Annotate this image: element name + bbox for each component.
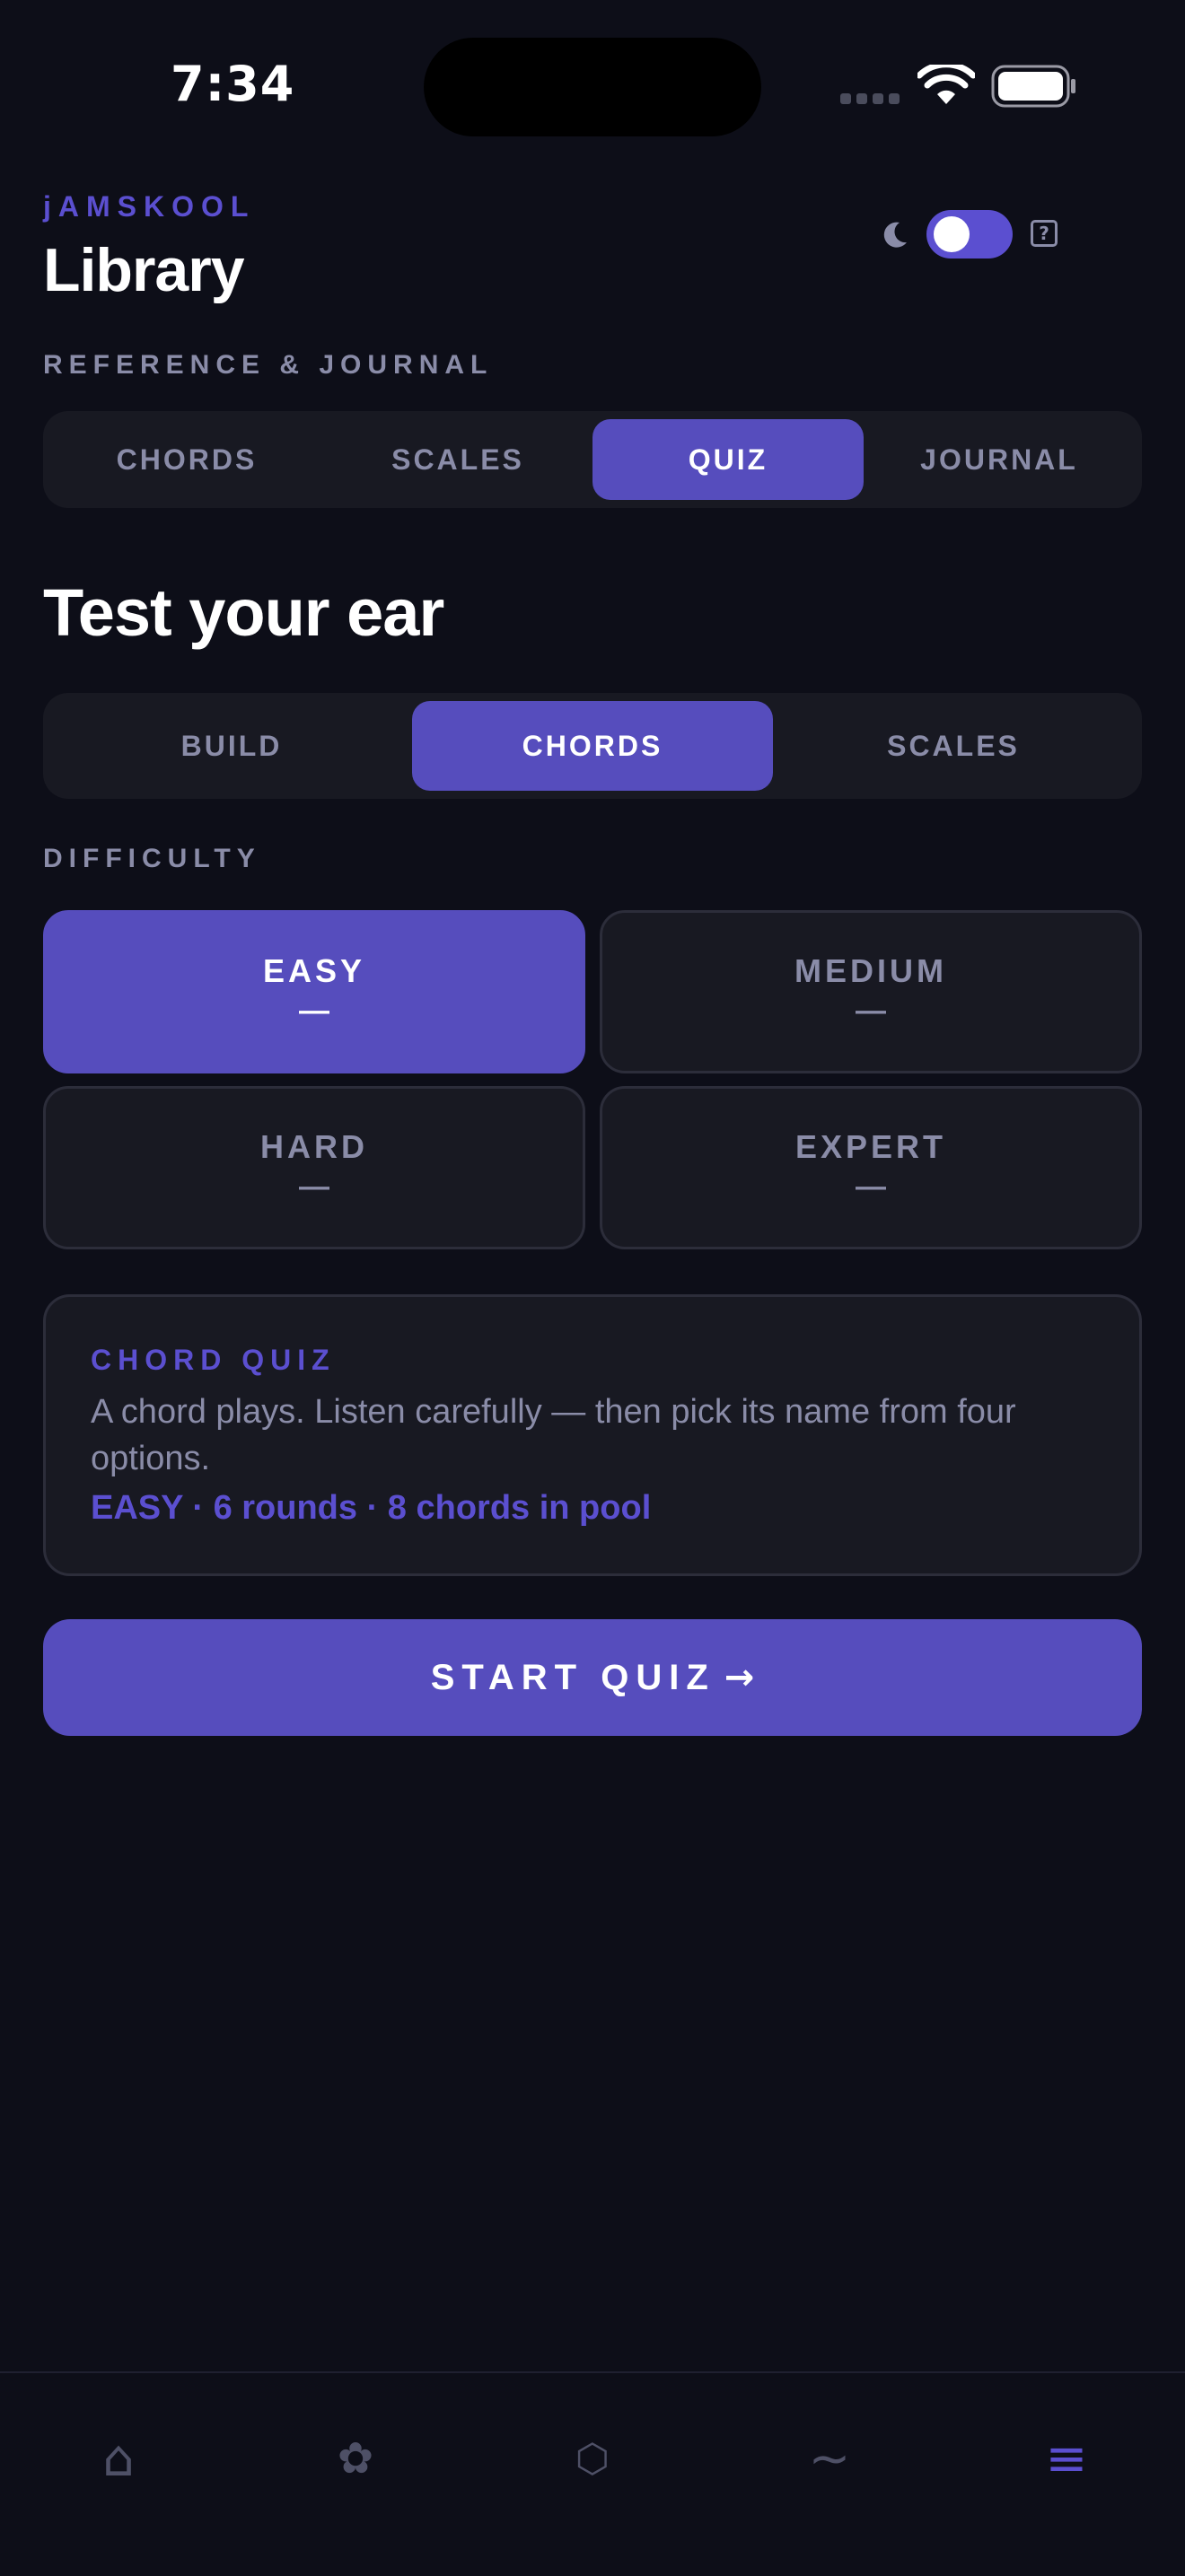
tab-quiz[interactable]: QUIZ	[592, 419, 864, 500]
help-icon[interactable]: ?	[1031, 220, 1058, 247]
menu-icon: ≡	[1045, 2429, 1088, 2488]
page-title: Library	[43, 236, 245, 304]
flower-icon: ✿	[337, 2433, 374, 2484]
difficulty-expert-score: —	[856, 1170, 886, 1204]
quiz-info-card: CHORD QUIZ A chord plays. Listen careful…	[43, 1294, 1142, 1576]
tab-journal[interactable]: JOURNAL	[864, 419, 1135, 500]
quiz-info-meta: EASY · 6 rounds · 8 chords in pool	[91, 1489, 652, 1527]
nav-chords[interactable]: ✿	[302, 2418, 409, 2499]
nav-home[interactable]: ⌂	[65, 2418, 172, 2499]
difficulty-medium[interactable]: MEDIUM —	[600, 910, 1142, 1073]
home-icon: ⌂	[102, 2429, 135, 2488]
difficulty-easy-score: —	[299, 994, 329, 1028]
difficulty-hard[interactable]: HARD —	[43, 1086, 585, 1249]
nav-library[interactable]: ≡	[1013, 2418, 1120, 2499]
quiz-info-kicker: CHORD QUIZ	[91, 1344, 336, 1376]
theme-toggle[interactable]	[926, 210, 1013, 258]
moon-icon	[883, 222, 907, 248]
difficulty-label: DIFFICULTY	[43, 844, 261, 873]
dynamic-island	[424, 38, 761, 136]
tab-scales[interactable]: SCALES	[322, 419, 593, 500]
library-tabs: CHORDS SCALES QUIZ JOURNAL	[43, 411, 1142, 508]
mode-build[interactable]: BUILD	[51, 701, 412, 791]
difficulty-expert-label: EXPERT	[794, 1128, 947, 1165]
difficulty-hard-label: HARD	[260, 1128, 368, 1165]
nav-fretboard[interactable]: ⬡	[539, 2418, 646, 2499]
wifi-icon	[917, 65, 975, 104]
wave-icon: ∼	[808, 2429, 851, 2488]
difficulty-medium-score: —	[856, 994, 886, 1028]
mode-scales[interactable]: SCALES	[773, 701, 1134, 791]
quiz-title: Test your ear	[43, 575, 444, 650]
difficulty-hard-score: —	[299, 1170, 329, 1204]
brand-name: jAMSKOOL	[43, 190, 256, 223]
arrow-right-icon: →	[724, 1657, 755, 1698]
toggle-knob	[934, 216, 970, 252]
section-label: REFERENCE & JOURNAL	[43, 350, 494, 380]
status-time: 7:34	[171, 56, 295, 112]
quiz-info-description: A chord plays. Listen carefully — then p…	[91, 1393, 1016, 1477]
difficulty-medium-label: MEDIUM	[794, 952, 947, 989]
difficulty-easy[interactable]: EASY —	[43, 910, 585, 1073]
battery-icon	[991, 65, 1075, 108]
difficulty-expert[interactable]: EXPERT —	[600, 1086, 1142, 1249]
cellular-signal-icon	[840, 93, 900, 104]
start-quiz-button[interactable]: START QUIZ →	[43, 1619, 1142, 1736]
difficulty-easy-label: EASY	[262, 952, 366, 989]
hexagon-icon: ⬡	[575, 2435, 610, 2482]
start-quiz-label: START QUIZ	[430, 1657, 715, 1697]
mode-chords[interactable]: CHORDS	[412, 701, 773, 791]
nav-practice[interactable]: ∼	[776, 2418, 883, 2499]
quiz-mode-tabs: BUILD CHORDS SCALES	[43, 693, 1142, 799]
bottom-nav: ⌂ ✿ ⬡ ∼ ≡	[0, 2371, 1185, 2576]
tab-chords[interactable]: CHORDS	[51, 419, 322, 500]
